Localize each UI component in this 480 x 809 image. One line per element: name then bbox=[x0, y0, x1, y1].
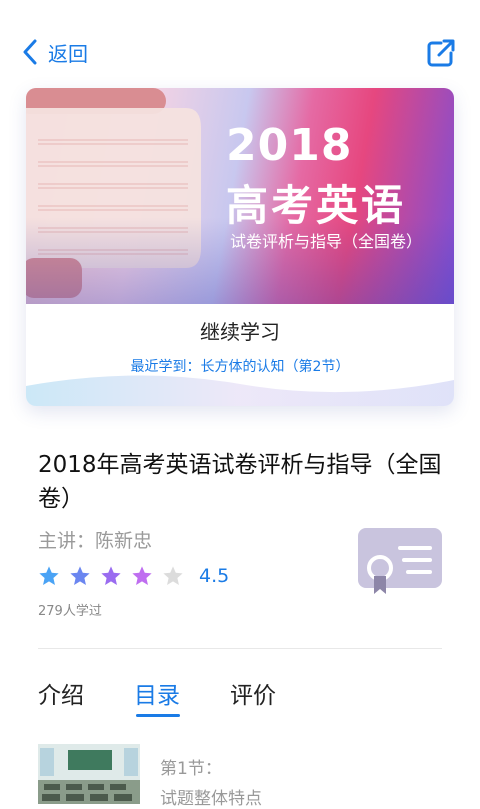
section-divider bbox=[38, 648, 442, 649]
chevron-left-icon bbox=[23, 39, 37, 65]
lesson-item[interactable]: 第1节： 试题整体特点 bbox=[38, 744, 458, 809]
top-bar: 返回 bbox=[0, 0, 480, 100]
rating-value: 4.5 bbox=[199, 565, 230, 587]
tab-intro[interactable]: 介绍 bbox=[38, 676, 84, 710]
course-rating: 4.5 bbox=[38, 565, 229, 587]
share-icon[interactable] bbox=[426, 38, 456, 68]
course-banner: 2018 高考英语 试卷评析与指导（全国卷） bbox=[26, 88, 454, 304]
back-button[interactable]: 返回 bbox=[22, 36, 88, 68]
tab-reviews[interactable]: 评价 bbox=[230, 676, 276, 710]
course-title: 2018年高考英语试卷评析与指导（全国卷） bbox=[38, 452, 442, 512]
star-icon bbox=[101, 566, 121, 585]
banner-year: 2018 bbox=[226, 120, 353, 171]
continue-learning-button[interactable]: 继续学习 bbox=[26, 316, 454, 345]
course-cover-card[interactable]: 2018 高考英语 试卷评析与指导（全国卷） 继续学习 最近学到：长方体的认知（… bbox=[26, 88, 454, 406]
star-icon bbox=[39, 566, 59, 585]
banner-subtitle: 试卷评析与指导（全国卷） bbox=[230, 232, 423, 251]
tab-catalog-label: 目录 bbox=[134, 683, 180, 709]
certificate-icon[interactable] bbox=[358, 528, 442, 596]
course-teacher: 主讲：陈新忠 bbox=[38, 530, 153, 552]
active-tab-indicator bbox=[136, 714, 180, 717]
wave-decoration bbox=[26, 375, 454, 406]
lesson-thumbnail bbox=[38, 744, 140, 804]
star-empty-icon bbox=[163, 566, 183, 585]
banner-subject: 高考英语 bbox=[226, 181, 407, 230]
star-icon bbox=[70, 566, 90, 585]
lesson-title: 试题整体特点 bbox=[160, 789, 262, 809]
tab-catalog[interactable]: 目录 bbox=[134, 676, 180, 717]
back-label: 返回 bbox=[48, 41, 88, 66]
course-tabs: 介绍 目录 评价 bbox=[38, 676, 326, 717]
lesson-number: 第1节： bbox=[160, 759, 222, 779]
learner-count: 279人学过 bbox=[38, 604, 102, 619]
star-half-icon bbox=[132, 566, 152, 585]
